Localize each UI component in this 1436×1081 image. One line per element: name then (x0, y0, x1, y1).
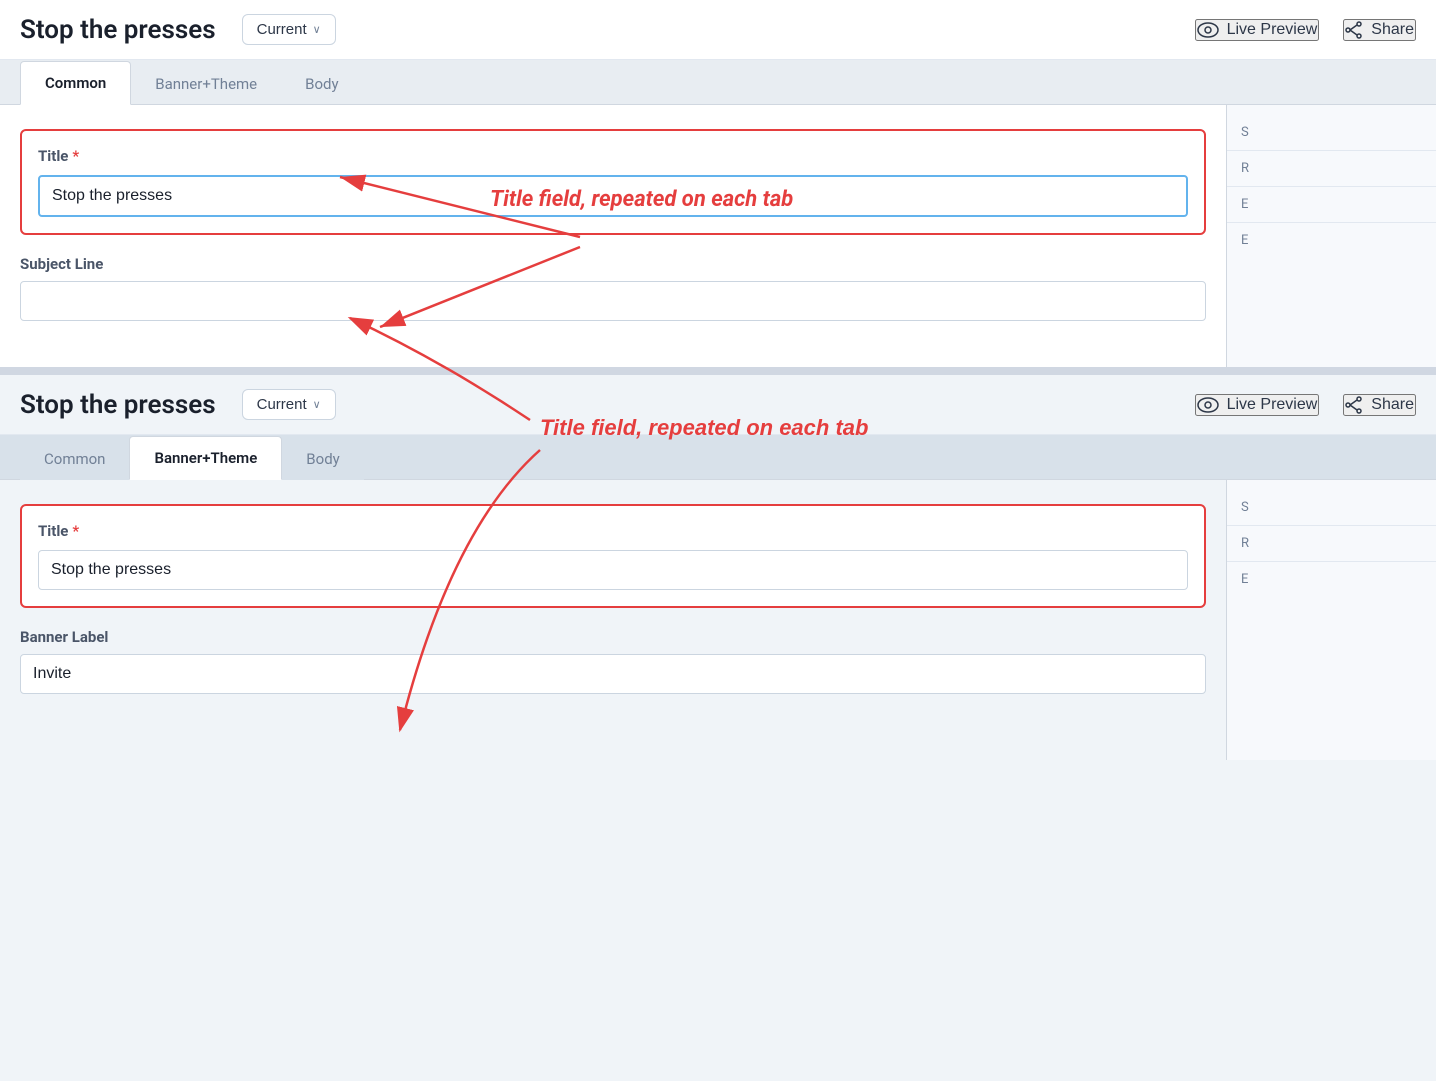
title-field-group-2: Title * (20, 504, 1206, 608)
tab-body-1[interactable]: Body (281, 63, 362, 105)
right-panel2-section-r: R (1227, 526, 1436, 562)
share-icon-2 (1345, 396, 1363, 414)
title-label-1: Title * (38, 147, 1188, 165)
right-panel-section-s: S (1227, 115, 1436, 151)
tab-banner-theme-1[interactable]: Banner+Theme (131, 63, 281, 105)
right-panel-section-r: R (1227, 151, 1436, 187)
tab-banner-theme-2[interactable]: Banner+Theme (129, 436, 282, 480)
title-input-1[interactable] (38, 175, 1188, 217)
panel2-title: Stop the presses (20, 390, 216, 420)
title-field-group-1: Title * (20, 129, 1206, 235)
tabs-bar-2: Common Banner+Theme Body (0, 435, 1436, 480)
panel2-header: Stop the presses Current ∨ Live Preview (0, 375, 1436, 435)
right-panel-1: S R E E (1226, 105, 1436, 367)
share-button-1[interactable]: Share (1343, 19, 1416, 41)
title-label-2: Title * (38, 522, 1188, 540)
share-icon-1 (1345, 21, 1363, 39)
live-preview-button-2[interactable]: Live Preview (1195, 394, 1320, 416)
eye-icon-1 (1197, 22, 1219, 38)
right-panel-2: S R E (1226, 480, 1436, 760)
version-label-1: Current (257, 21, 307, 38)
right-panel2-section-s: S (1227, 490, 1436, 526)
title-input-2[interactable] (38, 550, 1188, 590)
tab-common-1[interactable]: Common (20, 61, 131, 105)
tab-common-2[interactable]: Common (20, 438, 129, 480)
panel1-header: Stop the presses Current ∨ Live Preview (0, 0, 1436, 60)
tab-body-2[interactable]: Body (282, 438, 363, 480)
required-star-1: * (72, 147, 79, 165)
live-preview-button-1[interactable]: Live Preview (1195, 19, 1320, 41)
version-dropdown-1[interactable]: Current ∨ (242, 14, 336, 45)
chevron-down-icon-2: ∨ (313, 398, 321, 411)
chevron-down-icon-1: ∨ (313, 23, 321, 36)
live-preview-label-1: Live Preview (1227, 21, 1318, 39)
panel1-title: Stop the presses (20, 15, 216, 45)
header-actions-2: Live Preview Share (1195, 394, 1416, 416)
banner-label-input[interactable] (20, 654, 1206, 694)
share-button-2[interactable]: Share (1343, 394, 1416, 416)
right-panel2-section-e: E (1227, 562, 1436, 597)
panel1-content: Title * Subject Line (0, 105, 1226, 367)
share-label-1: Share (1371, 21, 1414, 39)
header-actions-1: Live Preview Share (1195, 19, 1416, 41)
share-label-2: Share (1371, 396, 1414, 414)
right-panel-section-e2: E (1227, 223, 1436, 258)
panel-divider (0, 367, 1436, 375)
banner-label-label: Banner Label (20, 628, 1206, 646)
subject-input-1[interactable] (20, 281, 1206, 321)
subject-label-1: Subject Line (20, 255, 1206, 273)
right-panel-section-e1: E (1227, 187, 1436, 223)
live-preview-label-2: Live Preview (1227, 396, 1318, 414)
required-star-2: * (72, 522, 79, 540)
panel2-content: Title * Banner Label (0, 480, 1226, 760)
banner-label-field-group: Banner Label (20, 628, 1206, 694)
subject-field-group-1: Subject Line (20, 255, 1206, 321)
eye-icon-2 (1197, 397, 1219, 413)
version-label-2: Current (257, 396, 307, 413)
tabs-bar-1: Common Banner+Theme Body (0, 60, 1436, 105)
version-dropdown-2[interactable]: Current ∨ (242, 389, 336, 420)
